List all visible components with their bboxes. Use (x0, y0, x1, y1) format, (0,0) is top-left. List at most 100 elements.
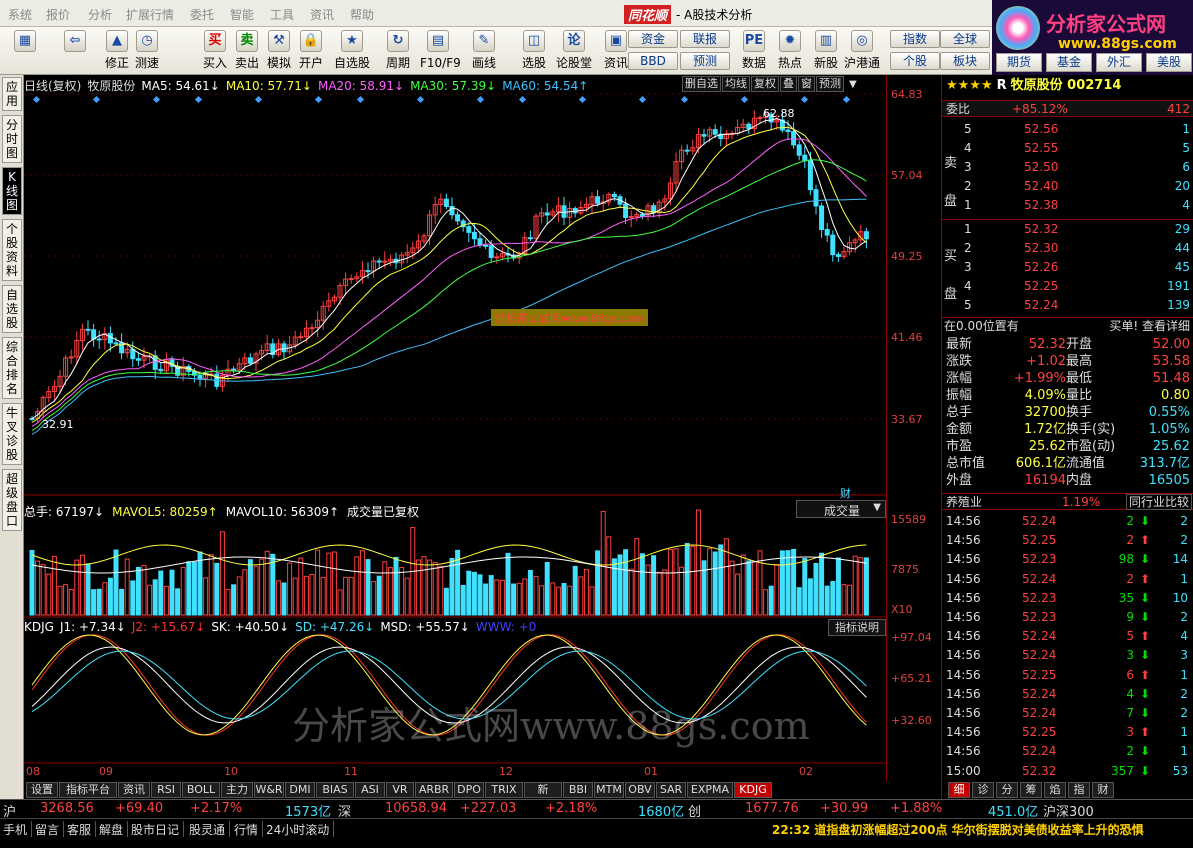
buy-row-3[interactable]: 4 52.25 191 (942, 278, 1193, 295)
quote-tab-1[interactable]: 诊 (972, 782, 994, 798)
quick-button-1-3[interactable]: 板块 (940, 52, 990, 70)
quick-right-2[interactable]: 外汇 (1096, 53, 1142, 72)
industry-compare-button[interactable]: 同行业比较 (1125, 494, 1192, 510)
indicator-tab-17[interactable]: OBV (625, 782, 655, 798)
indicator-tab-20[interactable]: KDJG (734, 782, 772, 798)
buy-row-2[interactable]: 3 52.26 45 (942, 259, 1193, 276)
chart-area[interactable]: 日线(复权) 牧原股份 MA5: 54.61↓ MA10: 57.71↓ MA20: 5… (24, 75, 886, 781)
toolbar-button-8[interactable]: ★ 自选股 (334, 29, 370, 73)
quote-tab-5[interactable]: 指 (1068, 782, 1090, 798)
indicator-tab-8[interactable]: BIAS (316, 782, 354, 798)
toolbar-button-10[interactable]: ▤ F10/F9 (420, 29, 461, 73)
indicator-tab-11[interactable]: ARBR (415, 782, 453, 798)
chart-button-0[interactable]: 删自选 (682, 76, 721, 92)
menu-item-1[interactable]: 报价 (46, 6, 70, 23)
indicator-tab-2[interactable]: 资讯 (118, 782, 150, 798)
left-tab-2[interactable]: K 线 图 (2, 167, 22, 215)
indicator-tab-15[interactable]: BBI (563, 782, 593, 798)
chart-button-5[interactable]: 预测 (816, 76, 844, 92)
indicator-tab-16[interactable]: MTM (594, 782, 624, 798)
taskbar-item-5[interactable]: 股灵通 (189, 821, 231, 837)
sell-row-0[interactable]: 5 52.56 1 (942, 121, 1193, 138)
quote-tab-4[interactable]: 焰 (1044, 782, 1066, 798)
toolbar-button-11[interactable]: ✎ 画线 (466, 29, 502, 73)
toolbar-button-6[interactable]: ⚒ 模拟 (264, 29, 294, 73)
left-tab-7[interactable]: 超 级 盘 口 (2, 469, 22, 531)
quick-button-0-1[interactable]: 联报 (680, 30, 730, 48)
indicator-tab-14[interactable]: 新DMA (524, 782, 562, 810)
news-ticker[interactable]: 22:32 道指盘初涨幅超过200点 华尔街摆脱对美债收益率上升的恐惧 (772, 821, 1144, 838)
chart-button-2[interactable]: 复权 (751, 76, 779, 92)
quote-tab-0[interactable]: 细 (948, 782, 970, 798)
menu-item-7[interactable]: 资讯 (310, 6, 334, 23)
chart-menu-icon[interactable]: ▼ (849, 79, 857, 90)
left-tab-5[interactable]: 综 合 排 名 (2, 337, 22, 399)
buy-row-4[interactable]: 5 52.24 139 (942, 297, 1193, 314)
kline-chart-svg[interactable] (24, 75, 886, 781)
indicator-tab-9[interactable]: ASI (355, 782, 385, 798)
indicator-tab-7[interactable]: DMI (285, 782, 315, 798)
sell-row-1[interactable]: 4 52.55 5 (942, 140, 1193, 157)
indicator-tab-13[interactable]: TRIX (485, 782, 523, 798)
toolbar-button-17[interactable]: ▥ 新股 (808, 29, 844, 73)
left-tab-6[interactable]: 牛 叉 诊 股 (2, 403, 22, 465)
toolbar-button-0[interactable]: ▦ (10, 29, 40, 73)
menu-item-2[interactable]: 分析 (88, 6, 112, 23)
sell-row-4[interactable]: 1 52.38 4 (942, 197, 1193, 214)
volume-dropdown[interactable]: 成交量 ▼ (796, 500, 886, 518)
quick-button-0-2[interactable]: 指数 (890, 30, 940, 48)
quick-right-3[interactable]: 美股 (1146, 53, 1192, 72)
indicator-tab-4[interactable]: BOLL (182, 782, 220, 798)
indicator-tab-18[interactable]: SAR (656, 782, 686, 798)
quote-tab-6[interactable]: 财 (1092, 782, 1114, 798)
left-tab-0[interactable]: 应 用 (2, 77, 22, 111)
quick-button-1-2[interactable]: 个股 (890, 52, 940, 70)
quick-right-0[interactable]: 期货 (996, 53, 1042, 72)
indicator-tab-5[interactable]: 主力 (221, 782, 253, 798)
quick-right-1[interactable]: 基金 (1046, 53, 1092, 72)
taskbar-item-0[interactable]: 手机 (3, 821, 33, 837)
toolbar-button-18[interactable]: ◎ 沪港通 (844, 29, 880, 73)
toolbar-button-2[interactable]: ▲ 修正 (102, 29, 132, 73)
taskbar-item-7[interactable]: 24小时滚动 (266, 821, 335, 837)
taskbar-item-4[interactable]: 股市日记 (131, 821, 185, 837)
indicator-tab-6[interactable]: W&R (254, 782, 284, 798)
buy-row-1[interactable]: 2 52.30 44 (942, 240, 1193, 257)
menu-item-6[interactable]: 工具 (270, 6, 294, 23)
toolbar-button-7[interactable]: 🔒 开户 (296, 29, 326, 73)
taskbar-item-6[interactable]: 行情 (234, 821, 264, 837)
quick-button-1-1[interactable]: 预测 (680, 52, 730, 70)
indicator-tab-3[interactable]: RSI (151, 782, 181, 798)
toolbar-button-16[interactable]: ✹ 热点 (772, 29, 808, 73)
sell-row-3[interactable]: 2 52.40 20 (942, 178, 1193, 195)
chart-button-1[interactable]: 均线 (722, 76, 750, 92)
indicator-tab-0[interactable]: 设置 (26, 782, 58, 798)
toolbar-button-9[interactable]: ↻ 周期 (380, 29, 416, 73)
menu-item-4[interactable]: 委托 (190, 6, 214, 23)
toolbar-button-3[interactable]: ◷ 测速 (132, 29, 162, 73)
chart-button-3[interactable]: 叠 (780, 76, 797, 92)
indicator-tab-12[interactable]: DPO (454, 782, 484, 798)
left-tab-3[interactable]: 个 股 资 料 (2, 219, 22, 281)
indicator-help-button[interactable]: 指标说明 (828, 619, 886, 636)
quick-button-0-3[interactable]: 全球 (940, 30, 990, 48)
quick-button-0-0[interactable]: 资金 (628, 30, 678, 48)
menu-item-3[interactable]: 扩展行情 (126, 6, 174, 23)
toolbar-button-13[interactable]: 论论股堂 (556, 29, 592, 73)
toolbar-button-4[interactable]: 买买入 (200, 29, 230, 73)
menu-item-0[interactable]: 系统 (8, 6, 32, 23)
quote-tab-2[interactable]: 分 (996, 782, 1018, 798)
position-detail-link[interactable]: 买单! 查看详细 (1109, 318, 1190, 335)
toolbar-button-12[interactable]: ◫ 选股 (516, 29, 552, 73)
quick-button-1-0[interactable]: BBD (628, 52, 678, 70)
indicator-tab-19[interactable]: EXPMA (687, 782, 733, 798)
left-tab-1[interactable]: 分 时 图 (2, 115, 22, 163)
left-tab-4[interactable]: 自 选 股 (2, 285, 22, 333)
taskbar-item-1[interactable]: 留言 (35, 821, 65, 837)
buy-row-0[interactable]: 1 52.32 29 (942, 221, 1193, 238)
chart-button-4[interactable]: 窗 (798, 76, 815, 92)
menu-item-8[interactable]: 帮助 (350, 6, 374, 23)
taskbar-item-3[interactable]: 解盘 (99, 821, 129, 837)
sell-row-2[interactable]: 3 52.50 6 (942, 159, 1193, 176)
menu-item-5[interactable]: 智能 (230, 6, 254, 23)
